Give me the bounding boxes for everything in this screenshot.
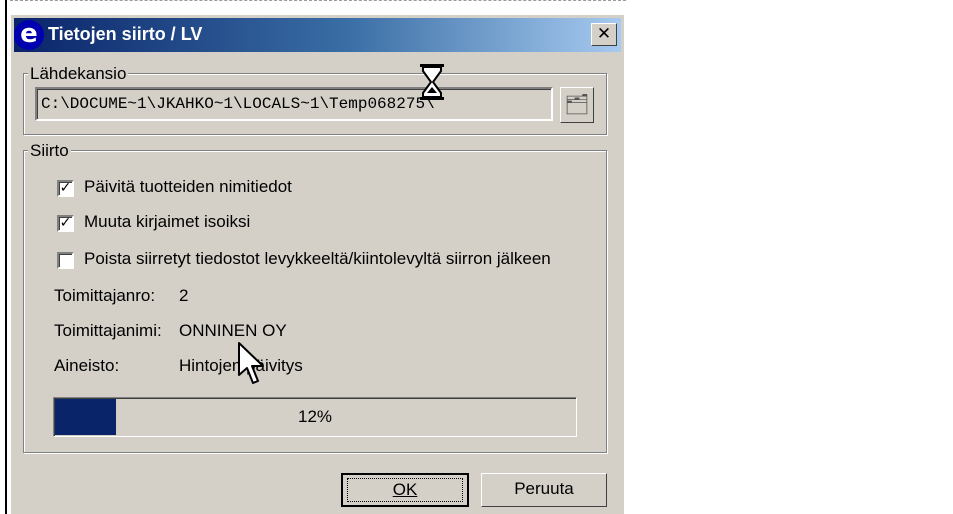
close-button[interactable]: ✕ [591, 23, 617, 46]
delete-files-label[interactable]: Poista siirretyt tiedostot levykkeeltä/k… [84, 249, 551, 269]
source-path-field[interactable]: C:\DOCUME~1\JKAHKO~1\LOCALS~1\Temp068275… [35, 87, 553, 121]
update-names-checkbox[interactable]: ✓ [57, 180, 74, 197]
dashed-guide [10, 0, 626, 1]
supplier-number-value: 2 [179, 286, 189, 305]
title-bar[interactable]: e Tietojen siirto / LV ✕ [14, 18, 621, 52]
transfer-group-label: Siirto [28, 141, 71, 160]
mouse-pointer-icon [238, 342, 264, 384]
cancel-button-label: Peruuta [514, 479, 574, 498]
progress-bar: 12% [53, 397, 577, 437]
ok-button[interactable]: OK [341, 473, 469, 507]
transfer-dialog: e Tietojen siirto / LV ✕ Lähdekansio C:\… [10, 14, 624, 514]
app-logo-icon: e [14, 20, 44, 50]
uppercase-checkbox[interactable]: ✓ [57, 215, 74, 232]
update-names-label[interactable]: Päivitä tuotteiden nimitiedot [84, 177, 292, 197]
ok-button-label: OK [392, 480, 418, 499]
delete-files-checkbox[interactable] [57, 252, 74, 269]
folder-browse-icon: 🗂 [564, 92, 590, 116]
progress-text: 12% [297, 407, 333, 426]
close-icon: ✕ [596, 24, 612, 44]
uppercase-label[interactable]: Muuta kirjaimet isoiksi [84, 212, 250, 232]
material-label: Aineisto: [54, 356, 120, 375]
supplier-name-value: ONNINEN OY [179, 321, 287, 340]
browse-folder-button[interactable]: 🗂 [560, 87, 594, 123]
cancel-button[interactable]: Peruuta [481, 473, 607, 507]
supplier-number-label: Toimittajanro: [54, 286, 156, 305]
supplier-name-label: Toimittajanimi: [54, 321, 162, 340]
left-border-line [5, 0, 7, 514]
source-folder-label: Lähdekansio [28, 64, 129, 83]
hourglass-icon [420, 64, 444, 100]
window-title: Tietojen siirto / LV [48, 24, 203, 44]
